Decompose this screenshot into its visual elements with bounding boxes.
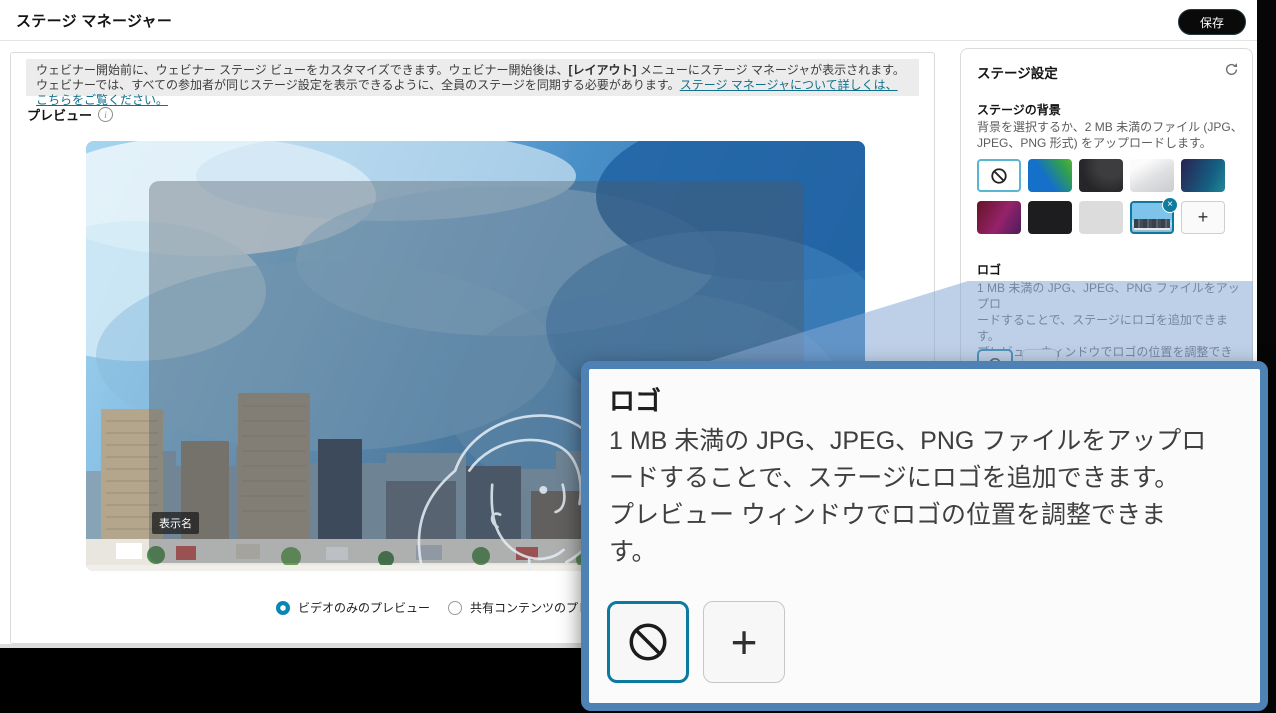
preview-label-text: プレビュー	[27, 105, 92, 124]
ban-icon	[626, 620, 670, 664]
stage-manager-screen: ステージ マネージャー 保存 ウェビナー開始前に、ウェビナー ステージ ビューを…	[0, 0, 1276, 713]
background-thumbnail-silver[interactable]	[1130, 159, 1174, 192]
remove-background-close-icon[interactable]: ×	[1162, 197, 1178, 213]
city-thumbnail-ground	[1134, 228, 1170, 230]
radio-video-only-label: ビデオのみのプレビュー	[298, 599, 430, 616]
banner-layout-menu-label: [レイアウト]	[569, 63, 637, 77]
sidebar-title: ステージ設定	[977, 62, 1058, 82]
radio-selected-icon[interactable]	[276, 601, 290, 615]
info-icon[interactable]: i	[98, 107, 113, 122]
background-thumbnail-none[interactable]	[977, 159, 1021, 192]
background-thumbnail-light-gray[interactable]	[1079, 201, 1123, 234]
header-divider	[0, 40, 1257, 41]
popup-logo-title: ロゴ	[609, 381, 661, 418]
popup-logo-none-button[interactable]	[607, 601, 689, 683]
radio-video-only[interactable]: ビデオのみのプレビュー	[276, 599, 430, 616]
background-thumbnail-navy-teal[interactable]	[1181, 159, 1225, 192]
display-name-tag: 表示名	[152, 512, 199, 534]
ban-icon	[990, 167, 1008, 185]
banner-line1-text: ウェビナー開始前に、ウェビナー ステージ ビューをカスタマイズできます。ウェビナ…	[36, 63, 569, 77]
radio-unselected-icon[interactable]	[448, 601, 462, 615]
popup-logo-add-button[interactable]: +	[703, 601, 785, 683]
info-banner: ウェビナー開始前に、ウェビナー ステージ ビューをカスタマイズできます。ウェビナ…	[26, 59, 919, 96]
logo-section-title: ロゴ	[977, 261, 1001, 278]
popup-logo-description: 1 MB 未満の JPG、JPEG、PNG ファイルをアップロ ードすることで、…	[609, 423, 1257, 571]
page-title: ステージ マネージャー	[16, 10, 172, 31]
banner-line1: ウェビナー開始前に、ウェビナー ステージ ビューをカスタマイズできます。ウェビナ…	[36, 63, 909, 78]
background-section-title: ステージの背景	[977, 101, 1061, 118]
banner-line1-tail: メニューにステージ マネージャが表示されます。	[637, 63, 905, 77]
refresh-icon[interactable]	[1224, 62, 1239, 82]
save-button[interactable]: 保存	[1178, 9, 1246, 35]
banner-line2: ウェビナーでは、すべての参加者が同じステージ設定を表示できるように、全員のステー…	[36, 78, 909, 108]
background-thumbnail-magenta[interactable]	[977, 201, 1021, 234]
popup-logo-options: +	[607, 601, 785, 683]
background-thumbnail-city-selected[interactable]: ×	[1130, 201, 1174, 234]
background-upload-add-button[interactable]: +	[1181, 201, 1225, 234]
background-thumbnail-black[interactable]	[1028, 201, 1072, 234]
background-thumbnail-grid: × +	[977, 159, 1225, 234]
preview-section-label: プレビュー i	[27, 105, 113, 124]
logo-magnified-popup: ロゴ 1 MB 未満の JPG、JPEG、PNG ファイルをアップロ ードするこ…	[581, 361, 1268, 711]
banner-line2-text: ウェビナーでは、すべての参加者が同じステージ設定を表示できるように、全員のステー…	[36, 78, 680, 92]
background-thumbnail-blue-green[interactable]	[1028, 159, 1072, 192]
background-description: 背景を選択するか、2 MB 未満のファイル (JPG、 JPEG、PNG 形式)…	[977, 119, 1243, 151]
preview-mode-radios: ビデオのみのプレビュー 共有コンテンツのプレビュー	[276, 599, 626, 616]
background-thumbnail-dark-texture[interactable]	[1079, 159, 1123, 192]
